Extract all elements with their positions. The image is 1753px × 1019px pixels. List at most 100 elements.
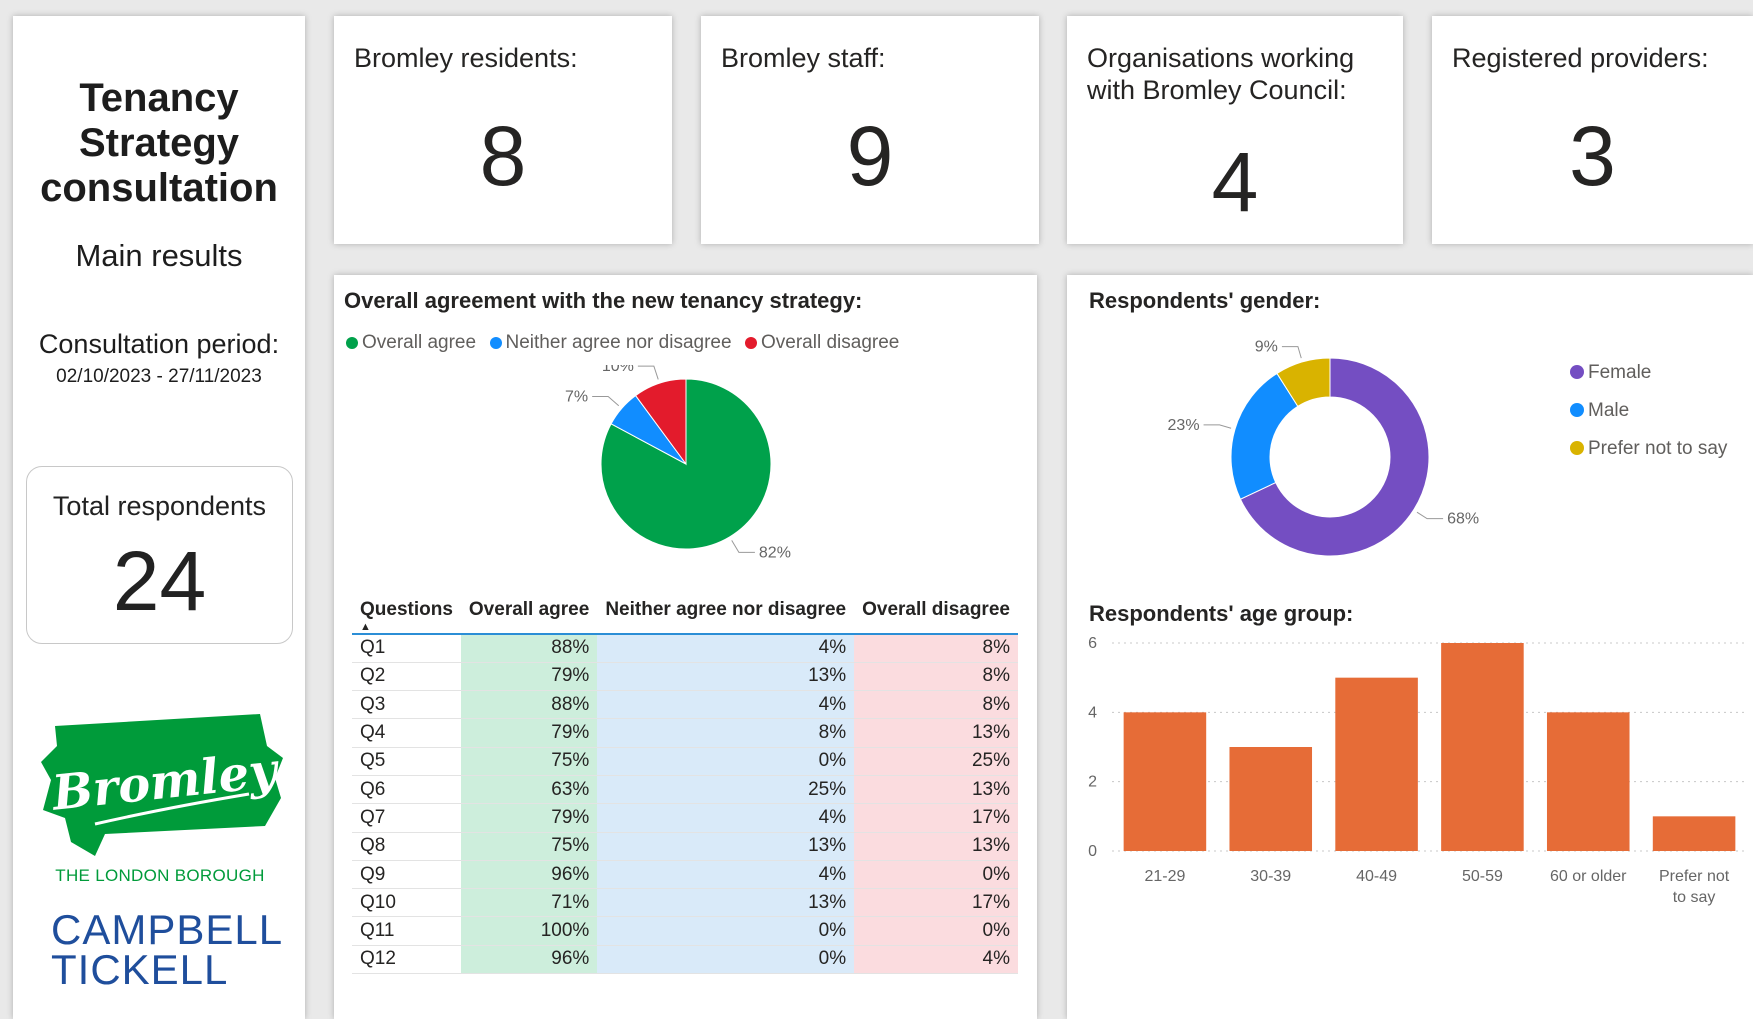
legend-label-disagree: Overall disagree	[761, 332, 900, 353]
disagree-cell: 13%	[854, 775, 1018, 805]
table-row[interactable]: Q9 96% 4% 0%	[352, 860, 1018, 890]
table-header-row: Questions ▲ Overall agree Neither agree n…	[352, 599, 1018, 635]
campbell-tickell-logo-line-2: TICKELL	[51, 946, 229, 993]
disagree-cell: 8%	[854, 662, 1018, 692]
kpi-value-registered-providers: 3	[1569, 109, 1616, 203]
agreement-title: Overall agreement with the new tenancy s…	[344, 288, 863, 313]
disagree-cell: 0%	[854, 860, 1018, 890]
age-title: Respondents' age group:	[1089, 601, 1354, 626]
question-cell: Q12	[352, 945, 461, 975]
neither-cell: 25%	[597, 775, 855, 805]
agreement-panel: Overall agreement with the new tenancy s…	[334, 275, 1037, 1019]
legend-dot-prefer-not	[1570, 441, 1584, 455]
legend-dot-disagree	[745, 337, 757, 349]
agree-cell: 96%	[460, 945, 598, 975]
page-title-line-2: Strategy	[78, 121, 240, 165]
legend-item-agree[interactable]: Overall agree	[346, 332, 476, 354]
x-tick-label: 50-59	[1462, 868, 1503, 885]
disagree-cell: 4%	[854, 945, 1018, 975]
disagree-cell: 13%	[854, 832, 1018, 861]
kpi-card-residents: Bromley residents: 8	[334, 16, 672, 244]
neither-cell: 4%	[597, 803, 855, 833]
bar-21-29[interactable]	[1123, 712, 1207, 851]
x-tick-label: Prefer not	[1659, 868, 1730, 885]
x-tick-label: 21-29	[1144, 868, 1185, 885]
kpi-value-organisations: 4	[1211, 135, 1259, 229]
pie-data-label: 7%	[565, 389, 588, 406]
table-row[interactable]: Q7 79% 4% 17%	[352, 803, 1018, 833]
table-row[interactable]: Q11 100% 0% 0%	[352, 916, 1018, 946]
total-respondents-label: Total respondents	[52, 491, 267, 521]
pie-leader-line	[592, 396, 620, 407]
kpi-label-residents: Bromley residents:	[354, 43, 578, 73]
legend-dot-agree	[346, 337, 358, 349]
agree-cell: 75%	[460, 832, 598, 861]
question-cell: Q9	[352, 860, 461, 890]
question-cell: Q4	[352, 718, 461, 748]
bar-40-49[interactable]	[1335, 677, 1418, 851]
kpi-card-registered-providers: Registered providers: 3	[1432, 16, 1753, 244]
x-tick-label: 40-49	[1356, 868, 1397, 885]
table-row[interactable]: Q6 63% 25% 13%	[352, 775, 1018, 805]
bromley-logo: Bromley THE LONDON BOROUGH	[35, 706, 285, 886]
table-header-disagree[interactable]: Overall disagree	[854, 599, 1018, 635]
table-header-neither[interactable]: Neither agree nor disagree	[597, 599, 855, 635]
question-cell: Q11	[352, 916, 461, 946]
legend-label-neither: Neither agree nor disagree	[505, 332, 732, 353]
gender-legend-label[interactable]: Male	[1588, 400, 1629, 421]
bar-30-39[interactable]	[1229, 747, 1313, 851]
legend-item-neither[interactable]: Neither agree nor disagree	[489, 332, 732, 354]
kpi-label-staff: Bromley staff:	[721, 43, 886, 73]
bar-50-59[interactable]	[1441, 643, 1524, 851]
agree-cell: 100%	[460, 916, 598, 946]
donut-slice-male[interactable]	[1230, 372, 1299, 500]
bar-prefer-not-to-say[interactable]	[1652, 816, 1736, 851]
gender-legend-label[interactable]: Female	[1588, 362, 1651, 383]
table-row[interactable]: Q8 75% 13% 13%	[352, 832, 1018, 861]
neither-cell: 0%	[597, 945, 855, 975]
agreement-legend: Overall agree Neither agree nor disagree…	[346, 332, 908, 354]
y-tick-label: 0	[1088, 843, 1097, 860]
gender-donut-chart[interactable]: 68% 23% 9% Female Male Prefer not to say	[1067, 320, 1753, 580]
questions-table: Questions ▲ Overall agree Neither agree n…	[352, 599, 1018, 975]
disagree-cell: 8%	[854, 690, 1018, 720]
question-cell: Q1	[352, 634, 461, 663]
agreement-pie-chart[interactable]: 82% 7% 10%	[334, 365, 1037, 605]
neither-cell: 8%	[597, 718, 855, 748]
agree-cell: 63%	[460, 775, 598, 805]
kpi-card-staff: Bromley staff: 9	[701, 16, 1039, 244]
table-row[interactable]: Q1 88% 4% 8%	[352, 634, 1018, 663]
kpi-label-organisations: Organisations working with Bromley Counc…	[1087, 43, 1355, 105]
pie-data-label: 10%	[602, 365, 634, 375]
table-row[interactable]: Q2 79% 13% 8%	[352, 662, 1018, 692]
table-row[interactable]: Q12 96% 0% 4%	[352, 945, 1018, 975]
table-row[interactable]: Q10 71% 13% 17%	[352, 888, 1018, 918]
bar-60-or-older[interactable]	[1546, 712, 1630, 851]
table-header-questions[interactable]: Questions ▲	[352, 599, 461, 635]
table-row[interactable]: Q5 75% 0% 25%	[352, 747, 1018, 776]
disagree-cell: 17%	[854, 888, 1018, 918]
donut-leader-line	[1203, 424, 1232, 429]
table-header-agree[interactable]: Overall agree	[460, 599, 598, 635]
kpi-card-organisations: Organisations working with Bromley Counc…	[1067, 16, 1403, 244]
legend-item-disagree[interactable]: Overall disagree	[745, 332, 899, 354]
agree-cell: 79%	[460, 662, 598, 692]
sort-ascending-icon[interactable]: ▲	[360, 621, 371, 633]
table-row[interactable]: Q3 88% 4% 8%	[352, 690, 1018, 720]
question-cell: Q6	[352, 775, 461, 805]
age-bar-chart[interactable]: 0 2 4 6 21-29 30-39 40-49 50-59 60 or older Prefe…	[1067, 635, 1753, 1005]
gender-legend-label[interactable]: Prefer not to say	[1588, 438, 1728, 459]
bromley-logo-brush: Bromley	[41, 714, 283, 856]
agree-cell: 79%	[460, 803, 598, 833]
question-cell: Q2	[352, 662, 461, 692]
agree-cell: 88%	[460, 690, 598, 720]
agree-cell: 75%	[460, 747, 598, 776]
pie-leader-line	[637, 365, 659, 380]
table-row[interactable]: Q4 79% 8% 13%	[352, 718, 1018, 748]
disagree-cell: 25%	[854, 747, 1018, 776]
disagree-cell: 13%	[854, 718, 1018, 748]
question-cell: Q10	[352, 888, 461, 918]
page-subtitle: Main results	[75, 238, 243, 273]
donut-data-label: 68%	[1447, 511, 1479, 528]
neither-cell: 0%	[597, 916, 855, 946]
